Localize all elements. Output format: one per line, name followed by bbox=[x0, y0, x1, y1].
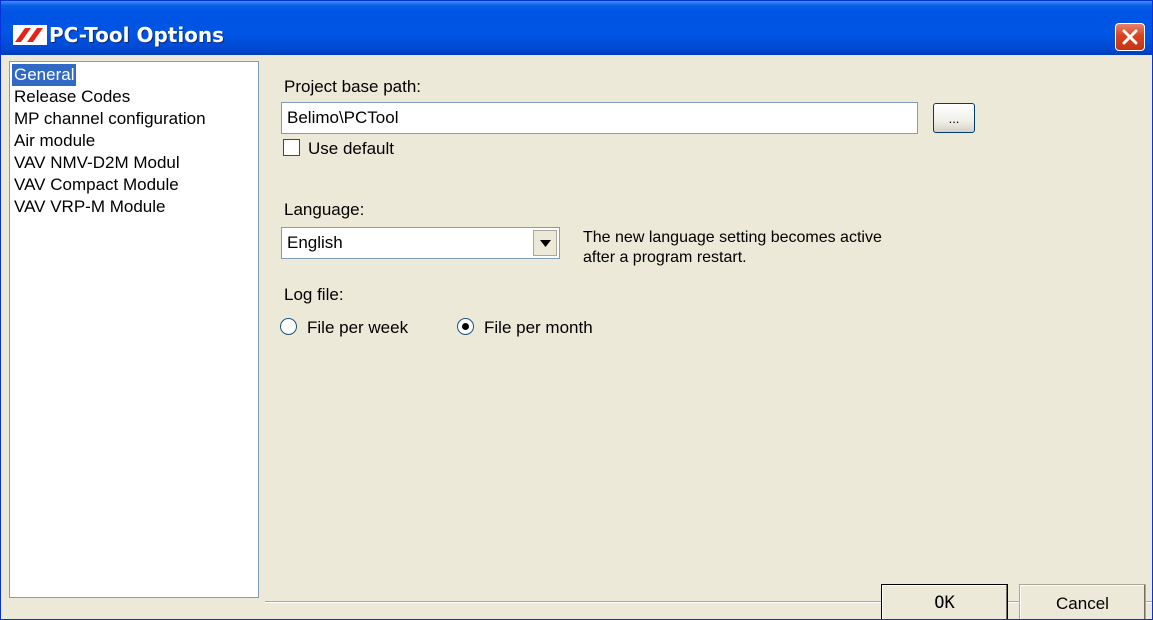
close-button[interactable] bbox=[1115, 23, 1145, 51]
options-dialog: PC-Tool Options General Release Codes MP… bbox=[0, 0, 1153, 620]
log-file-per-month-radio[interactable] bbox=[457, 318, 474, 335]
language-note-line1: The new language setting becomes active bbox=[583, 229, 882, 246]
use-default-label[interactable]: Use default bbox=[308, 139, 394, 159]
language-note-line2: after a program restart. bbox=[583, 249, 747, 266]
chevron-down-icon bbox=[540, 240, 551, 247]
language-label: Language: bbox=[284, 200, 365, 219]
log-file-per-week-label[interactable]: File per week bbox=[307, 318, 408, 338]
radio-selected-dot bbox=[462, 323, 469, 330]
nav-item-general[interactable]: General bbox=[12, 64, 77, 86]
browse-button[interactable]: ... bbox=[933, 103, 975, 133]
nav-item-vav-vrp-m-module[interactable]: VAV VRP-M Module bbox=[12, 196, 167, 218]
cancel-button[interactable]: Cancel bbox=[1019, 584, 1146, 619]
language-select[interactable]: English bbox=[281, 227, 560, 259]
language-dropdown-button[interactable] bbox=[533, 230, 557, 256]
language-select-value: English bbox=[287, 233, 343, 252]
ok-button[interactable]: OK bbox=[881, 584, 1008, 619]
options-category-list[interactable]: General Release Codes MP channel configu… bbox=[9, 61, 259, 598]
use-default-checkbox[interactable] bbox=[283, 139, 300, 156]
log-file-per-month-label[interactable]: File per month bbox=[484, 318, 593, 338]
nav-item-vav-compact-module[interactable]: VAV Compact Module bbox=[12, 174, 181, 196]
title-bar[interactable]: PC-Tool Options bbox=[1, 1, 1152, 55]
window-title: PC-Tool Options bbox=[49, 23, 225, 47]
nav-item-mp-channel-configuration[interactable]: MP channel configuration bbox=[12, 108, 208, 130]
nav-item-vav-nmv-d2m-modul[interactable]: VAV NMV-D2M Modul bbox=[12, 152, 182, 174]
nav-item-release-codes[interactable]: Release Codes bbox=[12, 86, 132, 108]
close-icon bbox=[1122, 29, 1138, 45]
belimo-logo-icon bbox=[13, 25, 47, 45]
nav-item-air-module[interactable]: Air module bbox=[12, 130, 97, 152]
project-path-input[interactable]: Belimo\PCTool bbox=[281, 102, 918, 134]
log-file-label: Log file: bbox=[284, 285, 344, 304]
project-path-label: Project base path: bbox=[284, 77, 422, 96]
log-file-per-week-radio[interactable] bbox=[280, 318, 297, 335]
